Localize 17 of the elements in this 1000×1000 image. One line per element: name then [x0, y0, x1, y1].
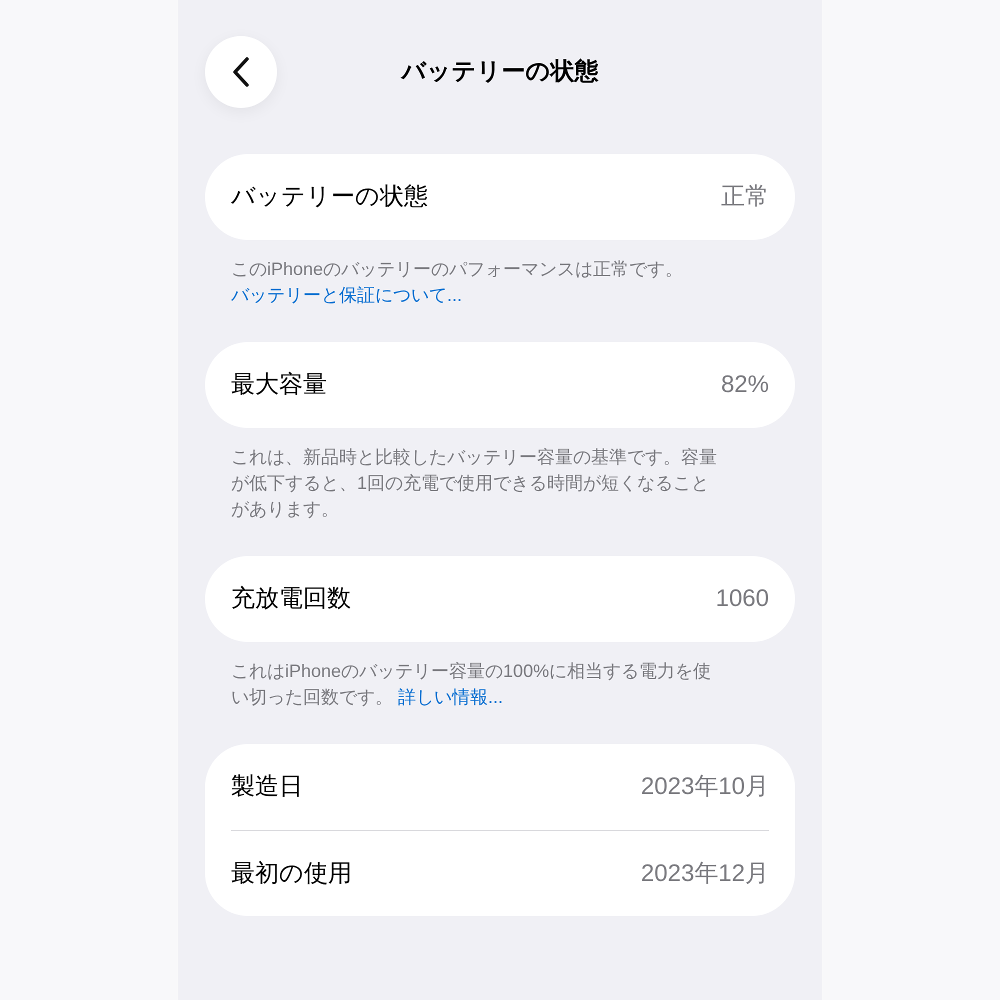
- info-link[interactable]: バッテリーと保証について...: [231, 285, 462, 305]
- row-value: 1060: [716, 584, 769, 614]
- row-value: 正常: [721, 182, 769, 212]
- page-title: バッテリーの状態: [402, 57, 598, 87]
- row-value: 82%: [720, 370, 769, 400]
- back-icon: [232, 57, 250, 87]
- row-label: 最初の使用: [231, 858, 352, 888]
- footnote-text: これは、新品時と比較したバッテリー容量の基準です。容量が低下すると、1回の充電で使用できる時間が短くなることがあります。: [230, 446, 718, 521]
- row-label: バッテリーの状態: [231, 182, 428, 212]
- row-value: 2023年10月: [640, 772, 769, 802]
- row-value: 2023年12月: [640, 858, 769, 888]
- footnote-text: このiPhoneのバッテリーのパフォーマンスは正常です。 バッテリーと保証について...: [230, 258, 684, 307]
- footnote-text: これはiPhoneのバッテリー容量の100%に相当する電力を使い切った回数です。 詳しい情報...: [230, 660, 712, 709]
- row-label: 最大容量: [231, 370, 327, 400]
- row-label: 製造日: [231, 772, 303, 802]
- info-link[interactable]: 詳しい情報...: [398, 687, 504, 707]
- row-label: 充放電回数: [231, 584, 351, 614]
